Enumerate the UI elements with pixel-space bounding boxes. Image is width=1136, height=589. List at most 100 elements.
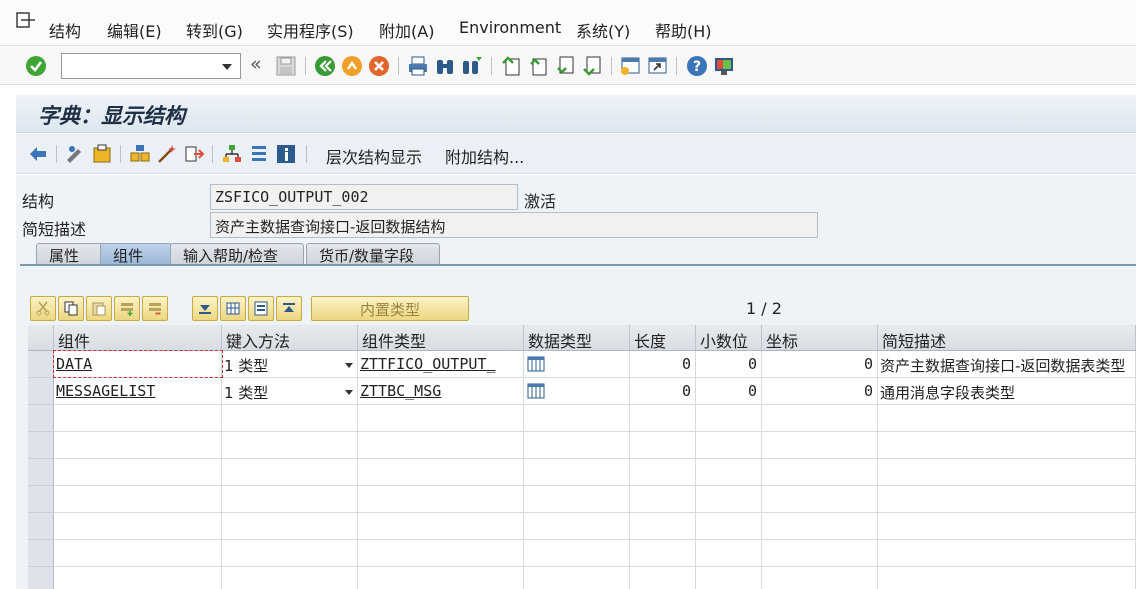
append-structure-button[interactable]: 附加结构... (445, 144, 524, 168)
tab-currency-quantity-fields[interactable]: 货币/数量字段 (306, 243, 440, 265)
row-selector[interactable] (28, 540, 54, 567)
cell-typing-method[interactable] (222, 432, 358, 459)
cell-data-type[interactable] (524, 378, 630, 405)
cell-typing-method[interactable] (222, 405, 358, 432)
menu-structure[interactable]: 结构 (49, 18, 81, 42)
next-page-icon[interactable] (554, 55, 576, 77)
cell-coordinate[interactable]: 0 (762, 378, 878, 405)
short-desc-field[interactable]: 资产主数据查询接口-返回数据结构 (210, 212, 818, 238)
find-next-icon[interactable] (461, 55, 483, 77)
row-selector[interactable] (28, 378, 54, 405)
col-header-typing-method[interactable]: 键入方法 (222, 325, 358, 351)
cell-decimals[interactable] (696, 513, 762, 540)
cell-data-type[interactable] (524, 486, 630, 513)
display-change-icon[interactable] (64, 143, 86, 165)
data-type-grid-icon[interactable] (527, 356, 545, 372)
col-header-coordinate[interactable]: 坐标 (762, 325, 878, 351)
row-selector[interactable] (28, 405, 54, 432)
cell-component-type[interactable] (358, 405, 524, 432)
menu-system[interactable]: 系统(Y) (576, 18, 630, 42)
builtin-type-button[interactable]: 内置类型 (311, 296, 469, 321)
cell-component[interactable]: MESSAGELIST (54, 378, 222, 405)
cell-component[interactable] (54, 405, 222, 432)
cell-coordinate[interactable] (762, 540, 878, 567)
cell-short-desc[interactable] (878, 513, 1136, 540)
activate-icon[interactable] (156, 143, 178, 165)
menu-environment[interactable]: Environment (459, 18, 561, 37)
menu-edit[interactable]: 编辑(E) (107, 18, 162, 42)
cell-component[interactable] (54, 513, 222, 540)
cancel-icon[interactable] (368, 55, 390, 77)
cell-decimals[interactable]: 0 (696, 351, 762, 378)
chevron-down-icon[interactable] (345, 390, 353, 395)
cell-component[interactable] (54, 486, 222, 513)
cell-typing-method[interactable] (222, 567, 358, 589)
cell-decimals[interactable]: 0 (696, 378, 762, 405)
cell-component-type[interactable] (358, 486, 524, 513)
cell-data-type[interactable] (524, 567, 630, 589)
cell-typing-method[interactable] (222, 486, 358, 513)
collapse-icon[interactable]: « (250, 53, 262, 75)
cell-length[interactable] (630, 567, 696, 589)
cell-short-desc[interactable] (878, 432, 1136, 459)
cell-data-type[interactable] (524, 351, 630, 378)
menu-extras[interactable]: 附加(A) (379, 18, 434, 42)
cell-decimals[interactable] (696, 567, 762, 589)
cell-coordinate[interactable] (762, 432, 878, 459)
cell-component-type[interactable]: ZTTFICO_OUTPUT_ (358, 351, 524, 378)
cell-typing-method[interactable] (222, 459, 358, 486)
list-icon[interactable] (248, 143, 270, 165)
col-header-length[interactable]: 长度 (630, 325, 696, 351)
previous-page-icon[interactable] (527, 55, 549, 77)
cell-short-desc[interactable] (878, 486, 1136, 513)
insert-include-button[interactable] (220, 296, 246, 321)
cell-component[interactable] (54, 432, 222, 459)
check-object-icon[interactable] (129, 143, 151, 165)
cell-component-type[interactable] (358, 567, 524, 589)
find-icon[interactable] (434, 55, 456, 77)
col-header-short-desc[interactable]: 简短描述 (878, 325, 1136, 351)
cut-row-button[interactable] (30, 296, 56, 321)
cell-coordinate[interactable] (762, 567, 878, 589)
cell-length[interactable]: 0 (630, 351, 696, 378)
cell-length[interactable] (630, 486, 696, 513)
cell-typing-method[interactable]: 1 类型 (222, 351, 358, 378)
cell-length[interactable] (630, 432, 696, 459)
cell-component-type[interactable] (358, 513, 524, 540)
cell-length[interactable] (630, 540, 696, 567)
cell-data-type[interactable] (524, 405, 630, 432)
expand-button[interactable] (192, 296, 218, 321)
cell-typing-method[interactable] (222, 540, 358, 567)
cell-typing-method[interactable] (222, 513, 358, 540)
copy-row-button[interactable] (58, 296, 84, 321)
cell-decimals[interactable] (696, 432, 762, 459)
col-header-component-type[interactable]: 组件类型 (358, 325, 524, 351)
data-type-grid-icon[interactable] (527, 383, 545, 399)
back-arrow-icon[interactable] (27, 143, 49, 165)
menu-toggle-icon[interactable] (16, 12, 36, 30)
cell-coordinate[interactable] (762, 486, 878, 513)
cell-short-desc[interactable]: 资产主数据查询接口-返回数据表类型 (878, 351, 1136, 378)
tab-attributes[interactable]: 属性 (36, 243, 108, 265)
first-page-icon[interactable] (500, 55, 522, 77)
cell-short-desc[interactable] (878, 405, 1136, 432)
cell-data-type[interactable] (524, 540, 630, 567)
collapse-button[interactable] (276, 296, 302, 321)
paste-row-button[interactable] (86, 296, 112, 321)
row-selector[interactable] (28, 459, 54, 486)
cell-data-type[interactable] (524, 513, 630, 540)
print-icon[interactable] (407, 55, 429, 77)
cell-decimals[interactable] (696, 486, 762, 513)
cell-short-desc[interactable]: 通用消息字段表类型 (878, 378, 1136, 405)
hierarchy-icon[interactable] (221, 143, 243, 165)
col-header-component[interactable]: 组件 (54, 325, 222, 351)
chevron-down-icon[interactable] (222, 64, 232, 70)
cell-component-type[interactable] (358, 459, 524, 486)
help-icon[interactable]: ? (686, 55, 708, 77)
cell-short-desc[interactable] (878, 540, 1136, 567)
menu-goto[interactable]: 转到(G) (186, 18, 243, 42)
cell-decimals[interactable] (696, 405, 762, 432)
cell-length[interactable] (630, 405, 696, 432)
command-field[interactable] (61, 53, 241, 79)
row-selector[interactable] (28, 486, 54, 513)
